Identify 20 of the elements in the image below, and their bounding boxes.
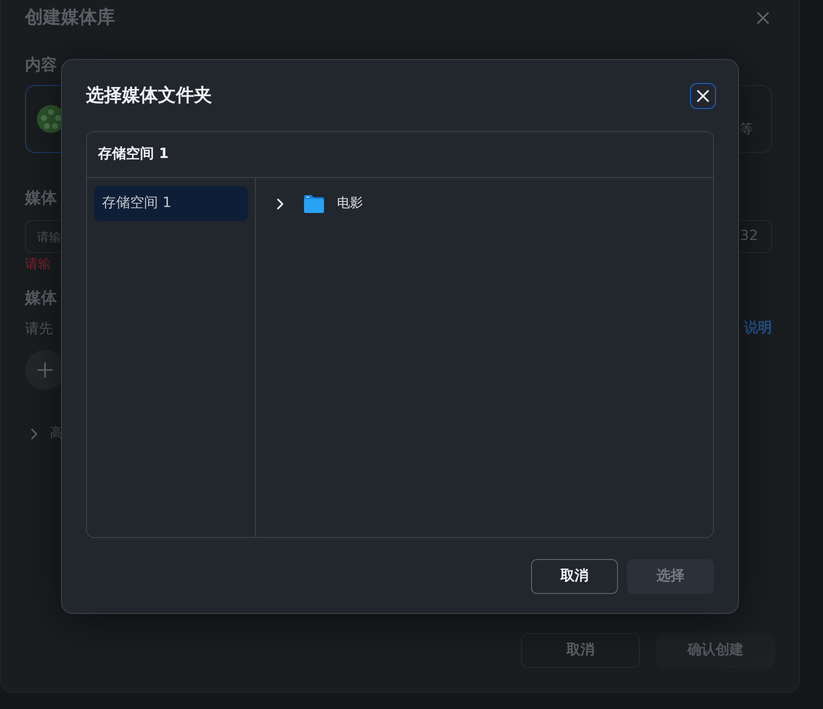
cancel-button[interactable]: 取消 xyxy=(531,559,618,594)
section-label: 媒体 xyxy=(25,187,57,209)
storage-item[interactable]: 存储空间 1 xyxy=(94,186,248,221)
hint-text: 请先 xyxy=(25,320,53,338)
plus-icon xyxy=(37,362,53,378)
error-text: 请输 xyxy=(25,256,51,274)
section-label: 内容 xyxy=(25,54,57,76)
dialog-title: 创建媒体库 xyxy=(25,6,115,28)
panel-title: 存储空间 1 xyxy=(98,144,169,164)
close-icon[interactable] xyxy=(757,12,769,24)
close-button[interactable] xyxy=(690,82,716,108)
help-link[interactable]: 说明 xyxy=(744,318,772,339)
card-description: 等 xyxy=(740,121,753,139)
close-icon xyxy=(697,90,709,102)
cancel-button[interactable]: 取消 xyxy=(521,633,640,668)
dialog-title: 选择媒体文件夹 xyxy=(86,84,212,108)
section-label: 媒体 xyxy=(25,287,57,309)
folder-icon xyxy=(303,194,325,214)
character-counter: 32 xyxy=(740,227,758,246)
folder-label[interactable]: 电影 xyxy=(337,194,363,214)
